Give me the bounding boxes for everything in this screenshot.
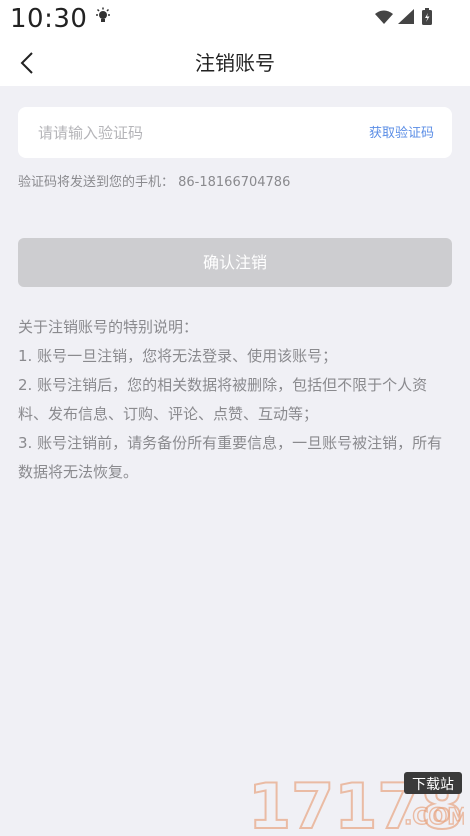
watermark-tag: 下载站: [412, 777, 454, 793]
signal-icon: [398, 9, 414, 24]
notes-item: 3. 账号注销前，请务备份所有重要信息，一旦账号被注销，所有数据将无法恢复。: [18, 434, 443, 481]
status-bar: 10:30: [0, 0, 470, 40]
lightbulb-icon: [96, 7, 110, 22]
status-icons: [375, 8, 432, 25]
nav-bar: 注销账号: [0, 40, 470, 86]
wifi-icon: [375, 10, 393, 24]
watermark-domain: .COM: [404, 805, 464, 830]
notes-heading: 关于注销账号的特别说明：: [18, 318, 199, 336]
phone-hint: 验证码将发送到您的手机： 86-18166704786: [18, 175, 291, 190]
notes-item: 2. 账号注销后，您的相关数据将被删除，包括但不限于个人资料、发布信息、订购、评…: [18, 376, 428, 423]
verification-code-box: 获取验证码: [18, 107, 452, 158]
notes-item: 1. 账号一旦注销，您将无法登录、使用该账号；: [18, 347, 338, 365]
deactivation-notes: 关于注销账号的特别说明： 1. 账号一旦注销，您将无法登录、使用该账号； 2. …: [18, 313, 452, 487]
status-time: 10:30: [10, 4, 88, 34]
get-code-button[interactable]: 获取验证码: [369, 122, 434, 141]
verification-code-input[interactable]: [38, 107, 338, 158]
page-title: 注销账号: [195, 51, 275, 75]
site-watermark: 17178 下载站 .COM: [247, 769, 464, 834]
confirm-deactivate-button[interactable]: 确认注销: [18, 238, 452, 287]
battery-icon: [422, 8, 432, 25]
